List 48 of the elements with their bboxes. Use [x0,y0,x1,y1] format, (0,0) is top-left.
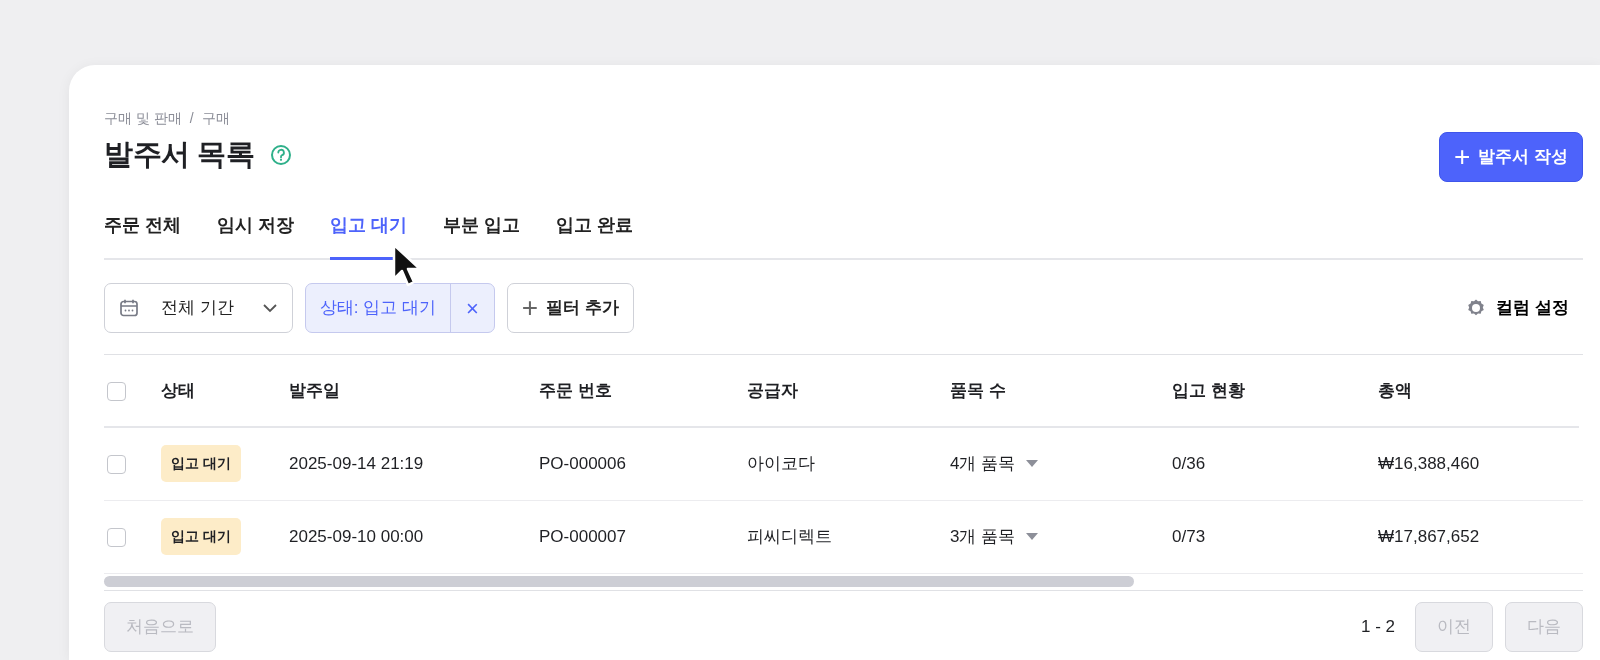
received-count: 0/36 [1172,454,1206,473]
remove-filter-button[interactable]: × [449,284,494,332]
column-header: 주문 번호 [539,380,612,400]
total-amount: ₩16,388,460 [1378,454,1480,473]
tab[interactable]: 주문 전체 [104,204,181,260]
scrollbar[interactable] [104,576,1134,587]
breadcrumb-link[interactable]: 구매 및 판매 [104,110,182,126]
caret-down-icon [1025,531,1040,542]
column-header: 총액 [1378,380,1412,400]
caret-down-icon [1025,458,1040,469]
column-header: 품목 수 [950,380,1006,400]
tab[interactable]: 임시 저장 [217,204,295,260]
filter-chip[interactable]: 상태: 입고 대기 × [304,283,495,333]
total-amount: ₩17,867,652 [1378,526,1480,546]
column-settings-button[interactable]: 컬럼 설정 [1466,295,1583,321]
breadcrumb-separator: / [189,110,194,126]
chevron-down-icon [261,303,278,313]
tab[interactable]: 부분 입고 [443,204,521,260]
order-date: 2025-09-14 21:19 [289,454,424,473]
create-order-button[interactable]: + 발주서 작성 [1438,132,1583,182]
page-range: 1 - 2 [1360,615,1395,638]
help-icon[interactable] [270,143,293,166]
item-count-toggle[interactable]: 4개 품목 [950,451,1040,477]
plus-icon: + [1453,136,1471,178]
plus-icon: + [521,287,539,329]
settings-icon [1466,298,1487,318]
add-filter-button[interactable]: + 필터 추가 [506,283,634,333]
row-checkbox[interactable] [107,527,126,547]
select-all-checkbox[interactable] [107,381,126,401]
status-badge: 입고 대기 [161,445,241,483]
calendar-icon [119,298,139,318]
column-header: 상태 [161,380,195,400]
column-header: 공급자 [747,380,798,400]
column-header: 입고 현황 [1172,380,1245,400]
breadcrumb-text: 구매 [201,110,230,126]
page-title: 발주서 목록 [104,137,255,172]
supplier-name: 아이코다 [747,454,815,473]
row-checkbox[interactable] [107,455,126,474]
status-badge: 입고 대기 [161,518,241,555]
order-date: 2025-09-10 00:00 [289,526,424,546]
order-number: PO-000006 [539,454,626,473]
date-range-dropdown[interactable]: 전체 기간 [104,283,293,333]
tab[interactable]: 입고 완료 [556,204,634,260]
order-number: PO-000007 [539,526,626,546]
column-header: 발주일 [289,380,340,400]
received-count: 0/73 [1172,526,1206,546]
item-count-toggle[interactable]: 3개 품목 [950,523,1040,550]
supplier-name: 피씨디렉트 [747,526,832,546]
